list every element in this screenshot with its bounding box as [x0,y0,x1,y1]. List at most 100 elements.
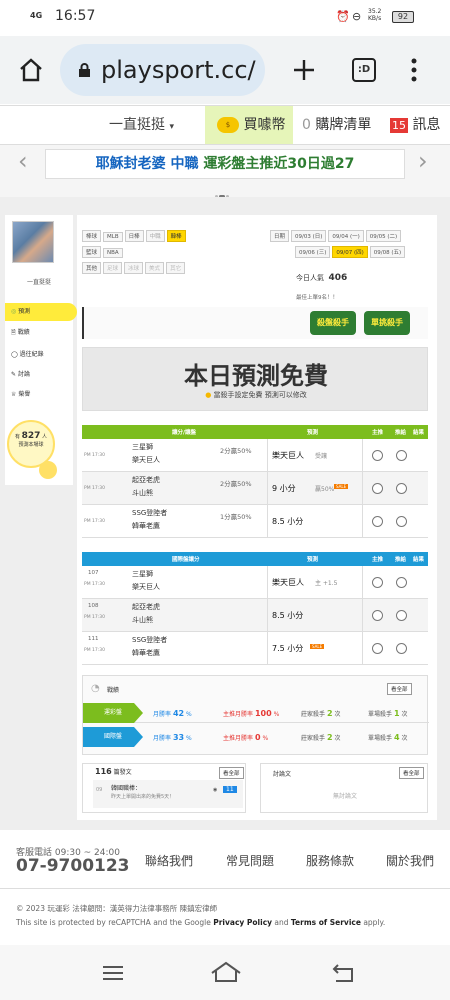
tab-switcher-button[interactable]: :D [352,58,376,82]
footer-link-terms[interactable]: 服務條款 [306,852,354,869]
terms-link[interactable]: Terms of Service [291,918,361,927]
profile-name: 一直挺挺 [26,279,51,286]
sale-badge: SALE [310,644,325,649]
history-icon: ◯ [11,351,18,358]
post-item[interactable]: 09 韓國職棒： 昨天上單開出來的免費5天！ ◉ 11 [93,780,243,808]
date-0906[interactable]: 09/06 (三) [295,246,331,258]
count-suffix: 人 [41,434,47,440]
main-rate-label: 主推月勝率 [223,735,254,742]
sidebar-item-record[interactable]: 🗎 戰績 [11,327,30,338]
rate-value: 42 [172,709,185,718]
recents-icon[interactable] [102,965,124,981]
col-result: 結果 [413,557,425,563]
filter-football[interactable]: 美式 [145,262,165,274]
discuss-empty: 無討論文 [332,793,357,800]
main-radio[interactable] [372,450,383,461]
table2-header: 國際盤讓分 預測 主推 推給 結果 [82,552,428,566]
sidebar-item-discussion[interactable]: ✎ 討論 [11,369,30,378]
filter-soccer[interactable]: 足球 [103,262,123,274]
main-radio[interactable] [372,577,383,588]
main-content: 一直挺挺 ◎ 預測 🗎 戰績 ◯ 過往紀錄 ✎ 討論 ♕ 榮譽 有 827 人預… [0,215,450,830]
popularity-label: 今日人氣 [296,274,324,282]
chevron-right-icon[interactable]: › [418,147,428,175]
push-radio[interactable] [396,450,407,461]
sidebar-item-predict[interactable]: ◎ 預測 [5,303,77,321]
url-bar[interactable]: playsport.cc/ [60,44,265,96]
pick: 9 小分 [272,484,296,493]
cell-divider [267,439,268,472]
push-radio[interactable] [396,516,407,527]
headline-link[interactable]: 耶穌封老婆 中職 運彩盤主推近30日過27 [45,149,405,179]
team-away: 三星獅 [132,570,153,578]
prediction-count: 827 [21,431,41,441]
sidebar-item-honor[interactable]: ♕ 榮譽 [11,389,30,398]
messages-link[interactable]: 15 訊息 [386,106,450,144]
record-title: 戰績 [107,687,120,694]
record-more-button[interactable]: 看全部 [387,683,412,695]
main-radio[interactable] [372,643,383,654]
carousel-dots [215,183,231,198]
table1-header: 讓分/讓盤 預測 主推 推給 結果 [82,425,428,439]
sidebar-item-label: 榮譽 [18,391,31,398]
promo-title: 本日預測免費 [184,362,328,390]
record-icon: ◔ [91,683,100,694]
push-radio[interactable] [396,643,407,654]
today-popularity: 今日人氣 406 [296,273,347,283]
col-main: 主推 [372,430,384,436]
count-caption: 預測本場球 [18,442,44,448]
single-kill-local: 單場殺手 1 次 [368,709,407,718]
single-value: 1 [393,709,400,718]
team-home: 樂天巨人 [132,456,160,464]
new-tab-icon[interactable] [292,58,316,82]
footer-link-faq[interactable]: 常見問題 [226,852,274,869]
sidebar-item-label: 討論 [17,371,30,378]
home-icon[interactable] [18,58,44,82]
discuss-more-button[interactable]: 看全部 [399,767,424,779]
posts-more-button[interactable]: 看全部 [219,767,244,779]
spread: 2分贏50% [220,480,252,488]
more-menu-icon[interactable] [410,58,418,82]
sale-badge: SALE [334,484,349,489]
table-row: PM 17:30 SSG登陸者 韓華老鷹 1分贏50% 8.5 小分 [82,505,428,538]
sidebar-item-history[interactable]: ◯ 過往紀錄 [11,349,44,358]
back-icon[interactable] [332,963,354,983]
filter-other[interactable]: 其它 [166,262,186,274]
table-row: PM 17:30 三星獅 樂天巨人 2分贏50% 樂天巨人 受讓 [82,439,428,472]
date-0908[interactable]: 09/08 (五) [369,246,406,258]
col-push: 推給 [395,430,407,436]
url-text: playsport.cc/ [101,56,256,84]
date-0907[interactable]: 09/07 (四) [332,246,368,258]
game-number: 108 [88,603,99,609]
alarm-icon: ⏰ [336,10,350,23]
cell-divider [267,566,268,599]
chevron-left-icon[interactable]: ‹ [18,147,28,175]
game-time: PM 17:30 [84,486,105,491]
main-rate-label: 主推月勝率 [223,711,254,718]
main-radio[interactable] [372,483,383,494]
service-phone[interactable]: 07-9700123 [16,856,130,876]
home-nav-icon[interactable] [210,961,242,983]
push-radio[interactable] [396,483,407,494]
main-radio[interactable] [372,516,383,527]
push-radio[interactable] [396,610,407,621]
col-pick: 預測 [307,430,319,436]
cart-link[interactable]: 0 購牌清單 [296,106,382,144]
avatar[interactable] [12,221,54,263]
buy-coin-button[interactable]: $ 買噱幣 [205,106,293,144]
footer-link-contact[interactable]: 聯絡我們 [145,852,193,869]
main-radio[interactable] [372,610,383,621]
record-icon: 🗎 [11,329,16,336]
filter-cpbl[interactable]: 中職 [145,230,165,242]
date-filters: 日期 09/03 (日) 09/04 (一) 09/05 (二) 09/06 (三) 0… [270,223,430,258]
user-menu-dropdown[interactable]: 一直挺挺 ▾ [95,106,205,144]
single-unit: 次 [401,735,408,742]
eye-icon: ◉ [213,787,218,793]
privacy-link[interactable]: Privacy Policy [213,918,272,927]
filter-kbo[interactable]: 韓棒 [166,230,186,242]
footer-link-about[interactable]: 關於我們 [386,852,434,869]
filter-npb[interactable]: 日棒 [124,230,144,242]
filter-hockey[interactable]: 冰球 [124,262,144,274]
push-radio[interactable] [396,577,407,588]
kill-label: 莊家殺手 [301,735,326,742]
main-rate-intl: 主推月勝率 0 % [223,733,268,742]
